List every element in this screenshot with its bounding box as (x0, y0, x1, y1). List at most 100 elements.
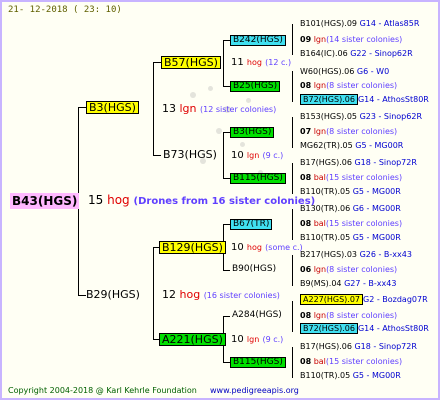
connector-leaf (292, 163, 293, 194)
generation: 10 (231, 150, 244, 161)
leaf-queen[interactable]: A227(HGS).07 G2 - Bozdag07R (300, 294, 428, 305)
pedigree-frame: 21- 12-2018 ( 23: 10) B43(HGS) 15 hog (D… (0, 0, 440, 400)
root-note: (Drones from 16 sister colonies) (133, 196, 316, 207)
status: lgn (179, 102, 197, 115)
gen2-info: 10 lgn (9 c.) (231, 335, 283, 345)
generation: 08 (300, 311, 312, 320)
gen3-queen[interactable]: B115(HGS) (230, 173, 286, 184)
gen1-queen[interactable]: B3(HGS) (86, 101, 139, 114)
gen3-queen[interactable]: B25(HGS) (230, 81, 281, 92)
connector (223, 316, 230, 317)
leaf-queen[interactable]: B9(MS).04 G27 - B-xx43 (300, 280, 396, 288)
leaf-queen[interactable]: MG62(TR).05 G5 - MG00R (300, 142, 403, 150)
status: lgn (313, 265, 327, 274)
connector (223, 40, 230, 41)
gen3-queen[interactable]: B67(TR) (230, 219, 273, 230)
leaf-queen[interactable]: B17(HGS).06 G18 - Sinop72R (300, 159, 417, 167)
connector (223, 86, 230, 87)
gen3-queen[interactable]: B115(HGS) (230, 357, 286, 368)
gen3-queen[interactable]: B3(HGS) (230, 127, 275, 138)
leaf-queen[interactable]: B17(HGS).06 G18 - Sinop72R (300, 343, 417, 351)
gen3-info: 09 lgn(14 sister colonies) (300, 36, 402, 44)
generation: 10 (231, 242, 244, 253)
connector (223, 224, 230, 225)
leaf-name: B153(HGS).05 (300, 112, 358, 121)
gen1-queen[interactable]: B29(HGS) (86, 289, 140, 300)
leaf-code: G6 - W0 (356, 67, 390, 76)
gen3-queen[interactable]: A284(HGS) (232, 311, 282, 320)
leaf-name: A227(HGS).07 (300, 294, 363, 305)
leaf-name: B101(HGS).09 (300, 19, 358, 28)
leaf-code: G14 - AthosSt80R (357, 324, 429, 333)
generation: 11 (231, 57, 244, 68)
connector-gen2-a (153, 62, 154, 155)
leaf-code: G5 - MG00R (352, 187, 401, 196)
gen3-queen[interactable]: B242(HGS) (230, 35, 286, 46)
leaf-queen[interactable]: B110(TR).05 G5 - MG00R (300, 188, 401, 196)
watermark-dot (240, 142, 245, 147)
note: (15 sister colonies) (325, 357, 403, 366)
gen2-queen[interactable]: B57(HGS) (161, 56, 221, 69)
gen1-info: 12 hog (16 sister colonies) (162, 289, 280, 300)
leaf-name: B17(HGS).06 (300, 158, 352, 167)
leaf-code: G26 - B-xx43 (359, 250, 412, 259)
connector (223, 178, 230, 179)
gen2-info: 11 hog (12 c.) (231, 58, 291, 68)
leaf-queen[interactable]: B110(TR).05 G5 - MG00R (300, 372, 401, 380)
leaf-queen[interactable]: B130(TR).06 G6 - MG00R (300, 205, 401, 213)
leaf-name: W60(HGS).06 (300, 67, 355, 76)
generation: 10 (231, 334, 244, 345)
leaf-queen[interactable]: B164(IC).06 G22 - Sinop62R (300, 50, 413, 58)
status: lgn (313, 35, 327, 44)
gen3-info: 08 lgn(8 sister colonies) (300, 82, 397, 90)
generation: 06 (300, 265, 312, 274)
status: hog (246, 243, 262, 252)
gen2-info: 10 lgn (9 c.) (231, 151, 283, 161)
leaf-queen[interactable]: B110(TR).05 G5 - MG00R (300, 234, 401, 242)
connector-leaf (292, 24, 293, 55)
gen2-info: 10 hog (some c.) (231, 243, 303, 253)
status: bal (313, 173, 326, 182)
leaf-name: B164(IC).06 (300, 49, 348, 58)
leaf-name: B72(HGS).06 (300, 323, 358, 334)
leaf-code: G5 - MG00R (352, 233, 401, 242)
leaf-code: G6 - MG00R (352, 204, 401, 213)
leaf-code: G2 - Bozdag07R (363, 295, 428, 304)
generation: 07 (300, 127, 312, 136)
gen2-queen[interactable]: B73(HGS) (163, 149, 217, 160)
status: bal (313, 357, 326, 366)
connector-leaf (292, 347, 293, 378)
leaf-queen[interactable]: B153(HGS).05 G23 - Sinop62R (300, 113, 422, 121)
leaf-queen[interactable]: W60(HGS).06 G6 - W0 (300, 68, 389, 76)
connector (153, 62, 161, 63)
root-generation: 15 (88, 193, 104, 207)
connector (223, 270, 230, 271)
connector (153, 155, 161, 156)
root-queen[interactable]: B43(HGS) (10, 193, 80, 209)
gen2-queen[interactable]: B129(HGS) (159, 241, 226, 254)
root-info: 15 hog (Drones from 16 sister colonies) (88, 194, 315, 207)
leaf-code: G14 - AthosSt80R (357, 95, 429, 104)
generation: 08 (300, 357, 312, 366)
note: (8 sister colonies) (326, 81, 398, 90)
status: lgn (313, 81, 327, 90)
leaf-queen[interactable]: B72(HGS).06 G14 - AthosSt80R (300, 94, 429, 105)
gen2-queen[interactable]: A221(HGS) (159, 333, 226, 346)
leaf-name: B130(TR).06 (300, 204, 351, 213)
gen3-info: 08 bal(15 sister colonies) (300, 358, 402, 366)
generation: 12 (162, 288, 176, 301)
gen3-queen[interactable]: B90(HGS) (232, 265, 276, 274)
leaf-queen[interactable]: B217(HGS).03 G26 - B-xx43 (300, 251, 412, 259)
watermark-dot (216, 128, 222, 134)
watermark-dot (208, 86, 213, 91)
leaf-queen[interactable]: B72(HGS).06 G14 - AthosSt80R (300, 323, 429, 334)
note: (12 c.) (265, 58, 292, 67)
status: lgn (246, 335, 260, 344)
leaf-name: B110(TR).05 (300, 233, 351, 242)
connector-gen3 (223, 132, 224, 179)
generation: 08 (300, 219, 312, 228)
footer-link[interactable]: www.pedigreeapis.org (210, 387, 299, 395)
report-date: 21- 12-2018 ( 23: 10) (8, 5, 122, 15)
connector (223, 132, 230, 133)
leaf-queen[interactable]: B101(HGS).09 G14 - Atlas85R (300, 20, 419, 28)
